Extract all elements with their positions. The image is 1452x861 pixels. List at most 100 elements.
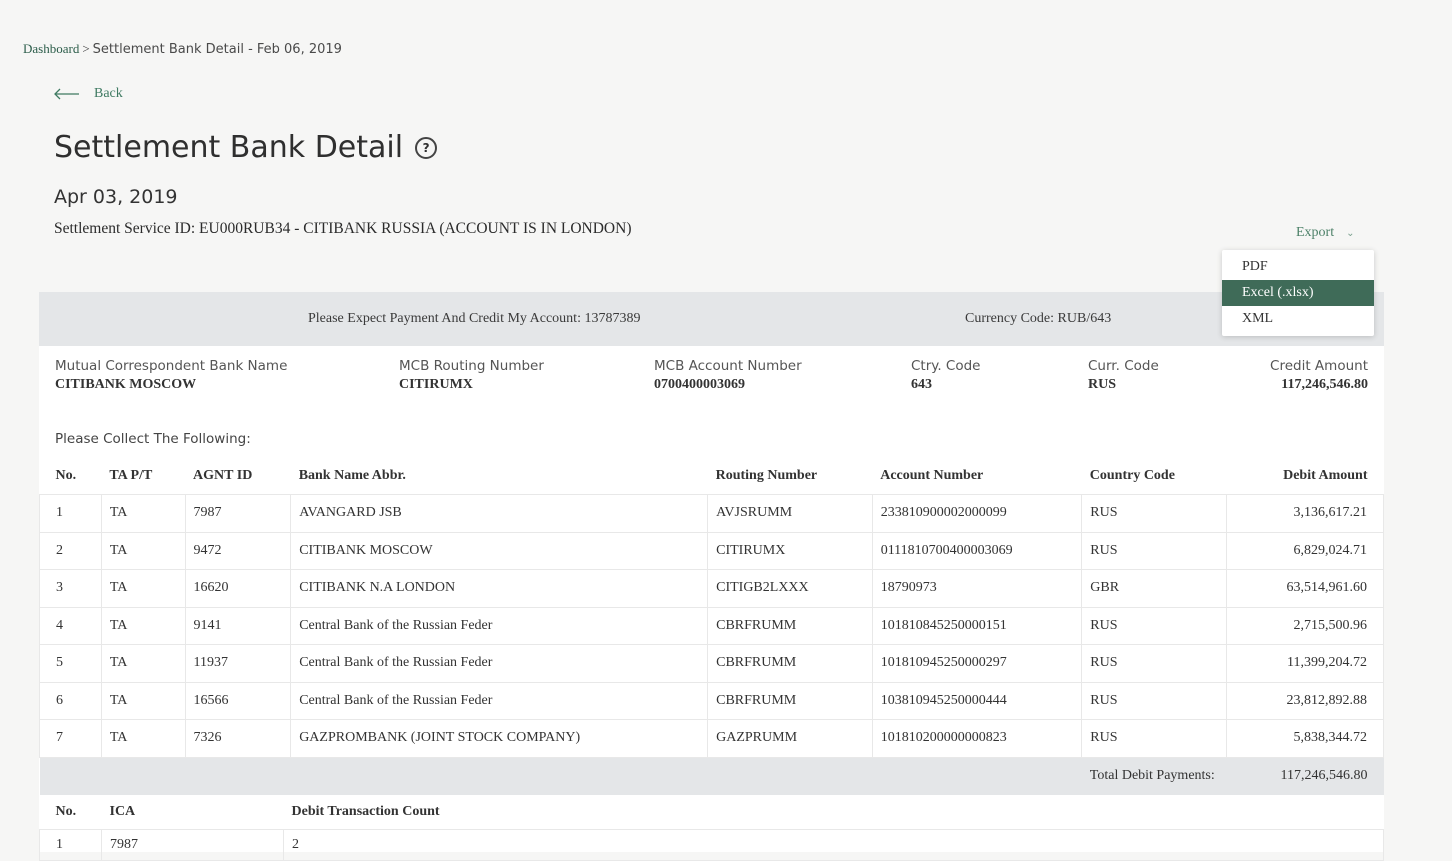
- table-row: 4 TA 9141 Central Bank of the Russian Feder…: [39, 606, 1384, 645]
- cell-bank-name: Central Bank of the Russian Feder: [290, 681, 709, 720]
- cell-routing: CBRFRUMM: [707, 681, 873, 720]
- breadcrumb-separator: >: [82, 41, 90, 56]
- cell-no: 6: [39, 681, 102, 720]
- cell-bank-name: Central Bank of the Russian Feder: [290, 644, 709, 683]
- cell-country: RUS: [1081, 606, 1228, 645]
- curr-code-label: Curr. Code: [1088, 358, 1159, 374]
- cell-debit-amount: 63,514,961.60: [1226, 569, 1384, 608]
- mcb-routing-field: MCB Routing Number CITIRUMX: [399, 358, 544, 393]
- payment-summary-bar: Please Expect Payment And Credit My Acco…: [39, 292, 1384, 346]
- col-header-routing: Routing Number: [707, 457, 873, 495]
- curr-code-field: Curr. Code RUS: [1088, 358, 1159, 393]
- export-option-pdf[interactable]: PDF: [1222, 254, 1374, 280]
- curr-code-value: RUS: [1088, 377, 1117, 392]
- table-row: 3 TA 16620 CITIBANK N.A LONDON CITIGB2LXXX 18…: [39, 569, 1384, 608]
- cell-no: 3: [39, 569, 102, 608]
- cell-ta-pt: TA: [100, 494, 186, 533]
- cell-agnt-id: 9472: [184, 531, 292, 570]
- collect-heading: Please Collect The Following:: [55, 431, 251, 447]
- cell-bank-name: CITIBANK N.A LONDON: [290, 569, 709, 608]
- credit-amount-value: 117,246,546.80: [1281, 377, 1368, 392]
- mcb-account-value: 0700400003069: [654, 377, 745, 392]
- total-debit-label: Total Debit Payments:: [1081, 757, 1227, 795]
- cell-agnt-id: 7987: [184, 494, 292, 533]
- total-debit-value: 117,246,546.80: [1226, 757, 1384, 795]
- ica-table-header: No. ICA Debit Transaction Count: [40, 794, 1384, 830]
- col-header-bank-name: Bank Name Abbr.: [290, 457, 708, 495]
- arrow-left-icon: [54, 88, 79, 100]
- currency-code-text: Currency Code: RUB/643: [965, 311, 1112, 326]
- cell-no: 2: [39, 531, 102, 570]
- expect-payment-text: Please Expect Payment And Credit My Acco…: [308, 311, 641, 326]
- credit-amount-label: Credit Amount: [1270, 358, 1368, 374]
- mcb-routing-label: MCB Routing Number: [399, 358, 544, 374]
- cell-bank-name: AVANGARD JSB: [290, 494, 709, 533]
- credit-amount-field: Credit Amount 117,246,546.80: [1270, 358, 1368, 393]
- export-dropdown[interactable]: Export ⌄: [1296, 225, 1355, 241]
- help-icon[interactable]: ?: [415, 136, 438, 159]
- cell-country: RUS: [1081, 494, 1228, 533]
- settlement-card: Please Expect Payment And Credit My Acco…: [39, 292, 1384, 861]
- cell-account: 101810945250000297: [871, 644, 1083, 683]
- ica-cell-ica: 7987: [101, 829, 284, 861]
- table-row: 7 TA 7326 GAZPROMBANK (JOINT STOCK COMPANY)…: [39, 719, 1384, 758]
- breadcrumb-current: Settlement Bank Detail - Feb 06, 2019: [92, 42, 342, 57]
- debit-table-header: No. TA P/T AGNT ID Bank Name Abbr. Routi…: [39, 457, 1384, 495]
- col-header-agnt-id: AGNT ID: [185, 457, 291, 495]
- table-row: 5 TA 11937 Central Bank of the Russian Fede…: [39, 644, 1384, 683]
- cell-agnt-id: 11937: [184, 644, 292, 683]
- mcb-account-label: MCB Account Number: [654, 358, 802, 374]
- table-row: 1 7987 2: [39, 829, 1384, 861]
- ica-header-ica: ICA: [109, 803, 136, 819]
- export-menu: PDF Excel (.xlsx) XML: [1222, 250, 1374, 336]
- back-link[interactable]: Back: [54, 86, 123, 102]
- cell-country: GBR: [1081, 569, 1228, 608]
- ica-header-count: Debit Transaction Count: [291, 803, 440, 819]
- cell-debit-amount: 11,399,204.72: [1226, 644, 1384, 683]
- cell-ta-pt: TA: [100, 681, 186, 720]
- cell-bank-name: Central Bank of the Russian Feder: [290, 606, 709, 645]
- chevron-down-icon: ⌄: [1346, 227, 1355, 239]
- cell-ta-pt: TA: [100, 606, 186, 645]
- cell-debit-amount: 6,829,024.71: [1226, 531, 1384, 570]
- cell-no: 5: [39, 644, 102, 683]
- ica-cell-count: 2: [283, 829, 1384, 861]
- export-option-xml[interactable]: XML: [1222, 306, 1374, 332]
- table-row: 2 TA 9472 CITIBANK MOSCOW CITIRUMX 0111810700…: [39, 531, 1384, 570]
- total-row: Total Debit Payments: 117,246,546.80: [39, 757, 1384, 795]
- col-header-country: Country Code: [1081, 457, 1227, 495]
- cell-no: 4: [39, 606, 102, 645]
- cell-country: RUS: [1081, 531, 1228, 570]
- col-header-no: No.: [39, 457, 102, 495]
- cell-routing: CBRFRUMM: [707, 644, 873, 683]
- settlement-date: Apr 03, 2019: [54, 186, 178, 208]
- export-label: Export: [1296, 225, 1335, 240]
- cell-agnt-id: 7326: [184, 719, 292, 758]
- cell-agnt-id: 16620: [184, 569, 292, 608]
- cell-account: 233810900002000099: [871, 494, 1083, 533]
- cell-ta-pt: TA: [100, 569, 186, 608]
- cell-debit-amount: 23,812,892.88: [1226, 681, 1384, 720]
- export-option-excel[interactable]: Excel (.xlsx): [1222, 280, 1374, 306]
- mcb-name-label: Mutual Correspondent Bank Name: [55, 358, 288, 374]
- mcb-routing-value: CITIRUMX: [399, 377, 473, 392]
- debit-table: No. TA P/T AGNT ID Bank Name Abbr. Routi…: [39, 457, 1384, 795]
- cell-routing: CITIGB2LXXX: [707, 569, 873, 608]
- ctry-code-field: Ctry. Code 643: [911, 358, 980, 393]
- cell-country: RUS: [1081, 644, 1228, 683]
- mcb-name-field: Mutual Correspondent Bank Name CITIBANK …: [55, 358, 287, 393]
- col-header-ta-pt: TA P/T: [101, 457, 186, 495]
- ica-table: No. ICA Debit Transaction Count 1 7987 2: [39, 794, 1384, 861]
- cell-account: 103810945250000444: [871, 681, 1083, 720]
- page-title: Settlement Bank Detail: [54, 130, 404, 165]
- settlement-service-id: Settlement Service ID: EU000RUB34 - CITI…: [54, 220, 632, 237]
- cell-debit-amount: 2,715,500.96: [1226, 606, 1384, 645]
- cell-agnt-id: 9141: [184, 606, 292, 645]
- back-label: Back: [94, 86, 123, 101]
- cell-bank-name: CITIBANK MOSCOW: [290, 531, 709, 570]
- cell-ta-pt: TA: [100, 531, 186, 570]
- breadcrumb-dashboard-link[interactable]: Dashboard: [23, 41, 79, 56]
- cell-account: 101810200000000823: [871, 719, 1083, 758]
- ctry-code-label: Ctry. Code: [911, 358, 981, 374]
- ica-cell-no: 1: [39, 829, 102, 861]
